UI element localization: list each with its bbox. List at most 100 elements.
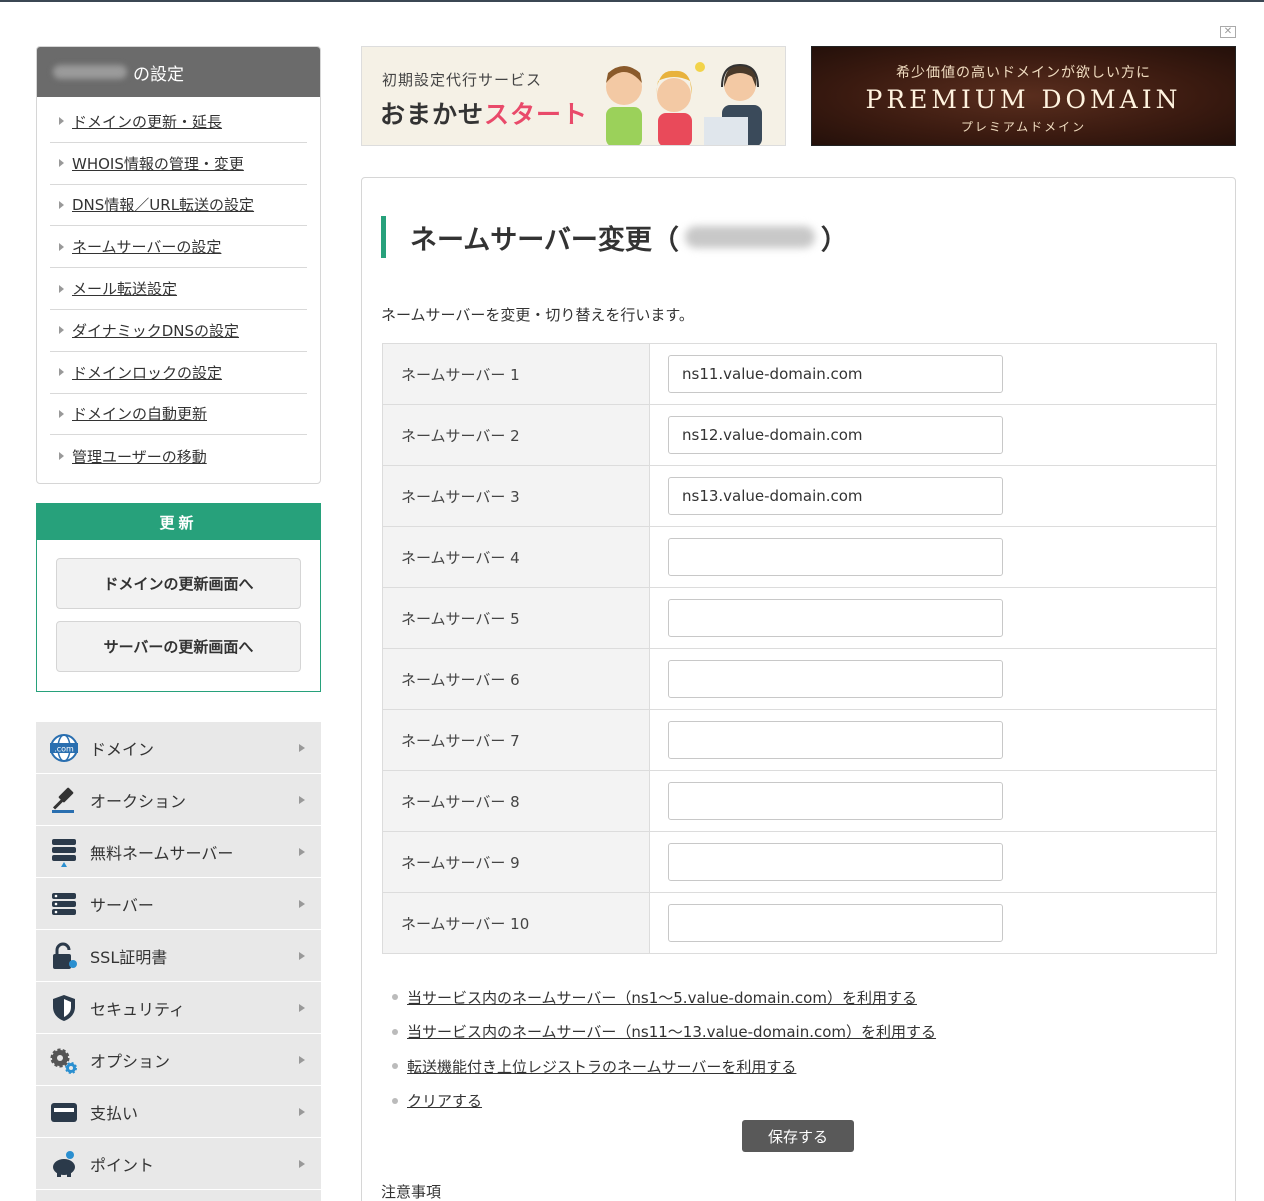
nameserver-cell bbox=[649, 892, 1217, 954]
chevron-right-icon bbox=[299, 744, 305, 752]
chevron-right-icon bbox=[299, 1004, 305, 1012]
table-row: ネームサーバー 6 bbox=[382, 648, 1217, 710]
settings-link-whois[interactable]: WHOIS情報の管理・変更 bbox=[72, 153, 244, 174]
use-registrar-ns-link[interactable]: 転送機能付き上位レジストラのネームサーバーを利用する bbox=[407, 1056, 796, 1077]
nav-item-free-nameserver[interactable]: 無料ネームサーバー bbox=[36, 826, 321, 878]
lock-icon bbox=[48, 940, 80, 972]
nameserver-9-input[interactable] bbox=[668, 843, 1003, 881]
nameserver-8-input[interactable] bbox=[668, 782, 1003, 820]
nameserver-table: ネームサーバー 1 ネームサーバー 2 ネームサーバー 3 ネームサーバー 4 … bbox=[382, 343, 1217, 954]
nav-label-point: ポイント bbox=[90, 1155, 155, 1175]
nav-label-domain: ドメイン bbox=[90, 739, 155, 759]
nav-item-auction[interactable]: オークション bbox=[36, 774, 321, 826]
settings-link-renew[interactable]: ドメインの更新・延長 bbox=[72, 111, 222, 132]
renew-panel: 更新 ドメインの更新画面へ サーバーの更新画面へ bbox=[36, 503, 321, 692]
nameserver-label: ネームサーバー 10 bbox=[382, 892, 650, 954]
omakase-start-banner[interactable]: 初期設定代行サービス おまかせスタート bbox=[361, 46, 786, 146]
settings-link-ddns[interactable]: ダイナミックDNSの設定 bbox=[72, 320, 239, 341]
nav-item-domain[interactable]: .com ドメイン bbox=[36, 722, 321, 774]
nameserver-3-input[interactable] bbox=[668, 477, 1003, 515]
server-stack-icon bbox=[48, 836, 80, 868]
table-row: ネームサーバー 2 bbox=[382, 404, 1217, 466]
nav-item-ssl[interactable]: SSL証明書 bbox=[36, 930, 321, 982]
chevron-right-icon bbox=[299, 796, 305, 804]
arrow-right-icon bbox=[59, 452, 64, 461]
table-row: ネームサーバー 1 bbox=[382, 343, 1217, 405]
save-button[interactable]: 保存する bbox=[742, 1120, 854, 1152]
settings-link-transfer-user[interactable]: 管理ユーザーの移動 bbox=[72, 446, 207, 467]
settings-item: WHOIS情報の管理・変更 bbox=[50, 143, 307, 185]
close-ad-icon[interactable]: ✕ bbox=[1220, 26, 1236, 38]
settings-item: ドメインロックの設定 bbox=[50, 352, 307, 394]
nav-item-security[interactable]: セキュリティ bbox=[36, 982, 321, 1034]
nameserver-10-input[interactable] bbox=[668, 904, 1003, 942]
premium-title: PREMIUM DOMAIN bbox=[865, 85, 1182, 114]
nameserver-label: ネームサーバー 8 bbox=[382, 770, 650, 832]
nameserver-label: ネームサーバー 7 bbox=[382, 709, 650, 771]
use-ns1-5-link[interactable]: 当サービス内のネームサーバー（ns1〜5.value-domain.com）を利… bbox=[407, 987, 917, 1008]
nav-item-option[interactable]: オプション bbox=[36, 1034, 321, 1086]
arrow-right-icon bbox=[59, 368, 64, 377]
arrow-right-icon bbox=[59, 159, 64, 168]
settings-link-dns[interactable]: DNS情報／URL転送の設定 bbox=[72, 194, 254, 215]
domain-renew-button[interactable]: ドメインの更新画面へ bbox=[56, 558, 301, 609]
clear-link[interactable]: クリアする bbox=[407, 1090, 482, 1111]
nameserver-label: ネームサーバー 4 bbox=[382, 526, 650, 588]
list-item: 当サービス内のネームサーバー（ns11〜13.value-domain.com）… bbox=[392, 1015, 936, 1050]
nameserver-cell bbox=[649, 343, 1217, 405]
nav-item-server[interactable]: サーバー bbox=[36, 878, 321, 930]
nameserver-cell bbox=[649, 831, 1217, 893]
arrow-right-icon bbox=[59, 242, 64, 251]
support-staff-illustration bbox=[606, 62, 762, 145]
nameserver-4-input[interactable] bbox=[668, 538, 1003, 576]
settings-header: の設定 bbox=[37, 47, 320, 97]
nameserver-1-input[interactable] bbox=[668, 355, 1003, 393]
nameserver-cell bbox=[649, 587, 1217, 649]
premium-subtitle: 希少価値の高いドメインが欲しい方に bbox=[896, 65, 1151, 81]
nameserver-cell bbox=[649, 526, 1217, 588]
piggy-bank-icon bbox=[48, 1148, 80, 1180]
nameserver-7-input[interactable] bbox=[668, 721, 1003, 759]
settings-link-nameserver[interactable]: ネームサーバーの設定 bbox=[72, 236, 221, 257]
nameserver-6-input[interactable] bbox=[668, 660, 1003, 698]
top-border-line bbox=[0, 0, 1264, 2]
arrow-right-icon bbox=[59, 326, 64, 335]
table-row: ネームサーバー 3 bbox=[382, 465, 1217, 527]
nav-item-point[interactable]: ポイント bbox=[36, 1138, 321, 1190]
settings-link-auto-renew[interactable]: ドメインの自動更新 bbox=[72, 403, 207, 424]
settings-list: ドメインの更新・延長 WHOIS情報の管理・変更 DNS情報／URL転送の設定 … bbox=[37, 97, 320, 477]
server-icon bbox=[48, 888, 80, 920]
main-nav-menu: .com ドメイン オークション 無料ネームサーバー サーバー SSL証明書 セ… bbox=[36, 722, 321, 1201]
settings-link-lock[interactable]: ドメインロックの設定 bbox=[72, 362, 222, 383]
blurred-domain-name bbox=[684, 226, 815, 248]
gavel-icon bbox=[48, 784, 80, 816]
domain-settings-panel: の設定 ドメインの更新・延長 WHOIS情報の管理・変更 DNS情報／URL転送… bbox=[36, 46, 321, 484]
premium-kana: プレミアムドメイン bbox=[960, 120, 1087, 134]
arrow-right-icon bbox=[59, 117, 64, 126]
nav-label-ssl: SSL証明書 bbox=[90, 947, 168, 967]
settings-link-mail-forward[interactable]: メール転送設定 bbox=[72, 278, 177, 299]
table-row: ネームサーバー 9 bbox=[382, 831, 1217, 893]
list-item: 当サービス内のネームサーバー（ns1〜5.value-domain.com）を利… bbox=[392, 980, 936, 1015]
table-row: ネームサーバー 7 bbox=[382, 709, 1217, 771]
bullet-icon bbox=[392, 1028, 398, 1035]
settings-item: ネームサーバーの設定 bbox=[50, 226, 307, 269]
arrow-right-icon bbox=[59, 409, 64, 418]
use-ns11-13-link[interactable]: 当サービス内のネームサーバー（ns11〜13.value-domain.com）… bbox=[407, 1021, 936, 1042]
nameserver-label: ネームサーバー 3 bbox=[382, 465, 650, 527]
notes-heading: 注意事項 bbox=[381, 1183, 442, 1201]
globe-com-icon: .com bbox=[48, 732, 80, 764]
nameserver-5-input[interactable] bbox=[668, 599, 1003, 637]
nameserver-label: ネームサーバー 6 bbox=[382, 648, 650, 710]
chevron-right-icon bbox=[299, 848, 305, 856]
nameserver-label: ネームサーバー 5 bbox=[382, 587, 650, 649]
nameserver-2-input[interactable] bbox=[668, 416, 1003, 454]
table-row: ネームサーバー 8 bbox=[382, 770, 1217, 832]
premium-domain-banner[interactable]: 希少価値の高いドメインが欲しい方に PREMIUM DOMAIN プレミアムドメ… bbox=[811, 46, 1236, 146]
svg-text:.com: .com bbox=[54, 744, 74, 753]
nameserver-label: ネームサーバー 2 bbox=[382, 404, 650, 466]
page-title-suffix: ） bbox=[820, 224, 848, 256]
banner-subtitle: 初期設定代行サービス bbox=[382, 71, 543, 89]
server-renew-button[interactable]: サーバーの更新画面へ bbox=[56, 621, 301, 672]
nav-item-payment[interactable]: 支払い bbox=[36, 1086, 321, 1138]
